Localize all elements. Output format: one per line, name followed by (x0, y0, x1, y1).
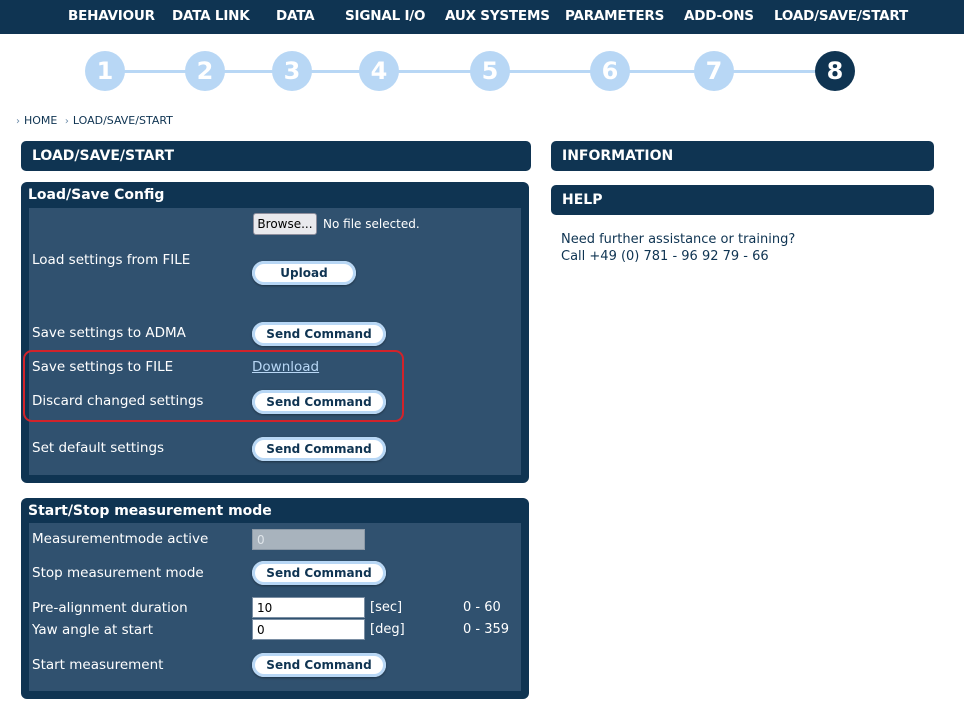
browse-button[interactable]: Browse... (253, 213, 317, 235)
help-text: Need further assistance or training? Cal… (561, 231, 795, 265)
highlight-annotation (23, 350, 404, 422)
load-save-config-panel: Load/Save Config Browse... No file selec… (21, 182, 529, 483)
yaw-angle-range: 0 - 359 (463, 622, 510, 637)
breadcrumb: › HOME › LOAD/SAVE/START (16, 114, 173, 127)
save-to-adma-button[interactable]: Send Command (252, 322, 386, 346)
step-4[interactable]: 4 (359, 51, 399, 91)
save-to-adma-label: Save settings to ADMA (32, 325, 186, 341)
measurement-mode-panel: Start/Stop measurement mode Measurementm… (21, 498, 529, 699)
nav-item-data-link[interactable]: DATA LINK (172, 0, 250, 34)
step-7[interactable]: 7 (694, 51, 734, 91)
step-2[interactable]: 2 (185, 51, 225, 91)
measurement-active-field (252, 529, 365, 550)
breadcrumb-home[interactable]: HOME (24, 114, 57, 127)
prealignment-input[interactable] (252, 597, 365, 618)
nav-item-data[interactable]: DATA (276, 0, 315, 34)
nav-item-load-save-start[interactable]: LOAD/SAVE/START (774, 0, 908, 34)
information-header: INFORMATION (551, 141, 934, 171)
start-measurement-label: Start measurement (32, 657, 164, 673)
breadcrumb-chevron-icon: › (16, 116, 20, 127)
load-save-config-body: Browse... No file selected. Load setting… (29, 208, 521, 475)
prealignment-label: Pre-alignment duration (32, 600, 188, 616)
stop-measurement-button[interactable]: Send Command (252, 561, 386, 585)
breadcrumb-chevron-icon: › (64, 116, 69, 127)
panel-title-measurement-mode: Start/Stop measurement mode (28, 503, 272, 519)
start-measurement-button[interactable]: Send Command (252, 653, 386, 677)
default-settings-label: Set default settings (32, 440, 165, 456)
nav-item-add-ons[interactable]: ADD-ONS (684, 0, 754, 34)
step-6[interactable]: 6 (590, 51, 630, 91)
section-title-load-save-start: LOAD/SAVE/START (21, 141, 531, 171)
step-1[interactable]: 1 (85, 51, 125, 91)
prealignment-range: 0 - 60 (463, 600, 501, 615)
step-8-active[interactable]: 8 (815, 51, 855, 91)
default-settings-button[interactable]: Send Command (252, 437, 386, 461)
stop-measurement-label: Stop measurement mode (32, 565, 204, 581)
top-nav: BEHAVIOUR DATA LINK DATA SIGNAL I/O AUX … (0, 0, 964, 34)
yaw-angle-input[interactable] (252, 619, 365, 640)
load-from-file-label: Load settings from FILE (32, 252, 191, 268)
yaw-angle-label: Yaw angle at start (32, 622, 154, 638)
step-indicator: 1 2 3 4 5 6 7 8 (0, 34, 964, 110)
nav-item-aux-systems[interactable]: AUX SYSTEMS (445, 0, 550, 34)
measurement-mode-body: Measurementmode active Stop measurement … (29, 523, 521, 691)
measurement-active-label: Measurementmode active (32, 531, 209, 547)
panel-title-load-save-config: Load/Save Config (28, 187, 165, 203)
nav-item-signal-io[interactable]: SIGNAL I/O (345, 0, 426, 34)
step-5[interactable]: 5 (470, 51, 510, 91)
yaw-angle-unit: [deg] (370, 622, 405, 637)
help-text-line-1: Need further assistance or training? (561, 232, 796, 247)
no-file-selected-text: No file selected. (323, 217, 420, 231)
prealignment-unit: [sec] (370, 600, 403, 615)
nav-item-behaviour[interactable]: BEHAVIOUR (68, 0, 155, 34)
step-3[interactable]: 3 (272, 51, 312, 91)
nav-item-parameters[interactable]: PARAMETERS (565, 0, 664, 34)
help-phone: Call +49 (0) 781 - 96 92 79 - 66 (561, 249, 769, 264)
breadcrumb-current: LOAD/SAVE/START (72, 114, 173, 127)
help-header: HELP (551, 185, 934, 215)
upload-button[interactable]: Upload (252, 261, 356, 285)
